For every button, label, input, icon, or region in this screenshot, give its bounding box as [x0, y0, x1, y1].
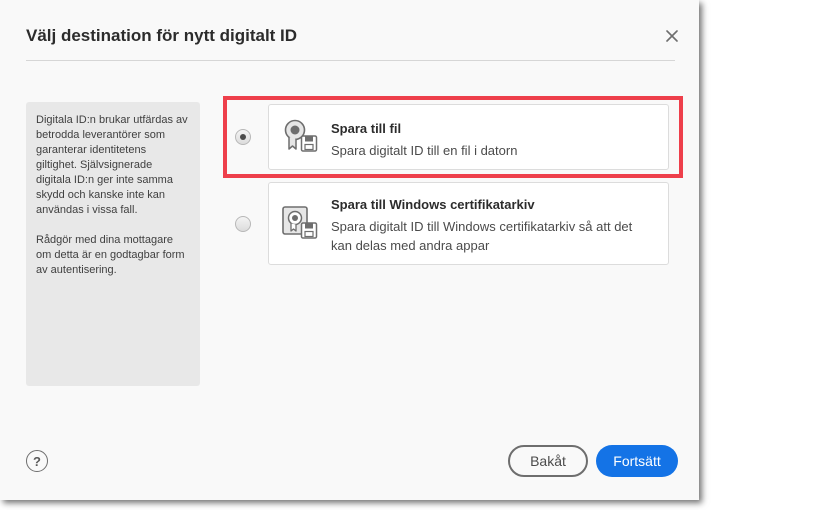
info-panel: Digitala ID:n brukar utfärdas av betrodd… [26, 102, 200, 386]
dialog-title: Välj destination för nytt digitalt ID [26, 26, 298, 45]
radio-save-to-windows-store[interactable] [235, 216, 251, 232]
help-icon: ? [33, 453, 41, 469]
option-description: Spara digitalt ID till Windows certifika… [331, 219, 633, 253]
certificate-store-icon [282, 206, 318, 239]
help-button[interactable]: ? [26, 450, 48, 472]
info-paragraph-2: Rådgör med dina mottagare om detta är en… [36, 234, 185, 276]
option-title: Spara till Windows certifikatarkiv [331, 197, 535, 212]
option-description: Spara digitalt ID till en fil i datorn [331, 143, 518, 158]
option-save-to-file[interactable]: Spara till fil Spara digitalt ID till en… [268, 104, 669, 170]
back-button[interactable]: Bakåt [508, 445, 588, 477]
dialog-window: Välj destination för nytt digitalt ID Di… [0, 0, 699, 500]
title-divider [26, 60, 675, 61]
radio-save-to-file[interactable] [235, 129, 251, 145]
close-icon [666, 30, 678, 42]
continue-button[interactable]: Fortsätt [596, 445, 678, 477]
radio-selected-dot [240, 134, 246, 140]
close-button[interactable] [661, 25, 683, 47]
certificate-file-icon [284, 119, 318, 152]
info-paragraph-1: Digitala ID:n brukar utfärdas av betrodd… [36, 114, 188, 216]
option-save-to-windows-store[interactable]: Spara till Windows certifikatarkiv Spara… [268, 182, 669, 265]
option-title: Spara till fil [331, 121, 402, 136]
